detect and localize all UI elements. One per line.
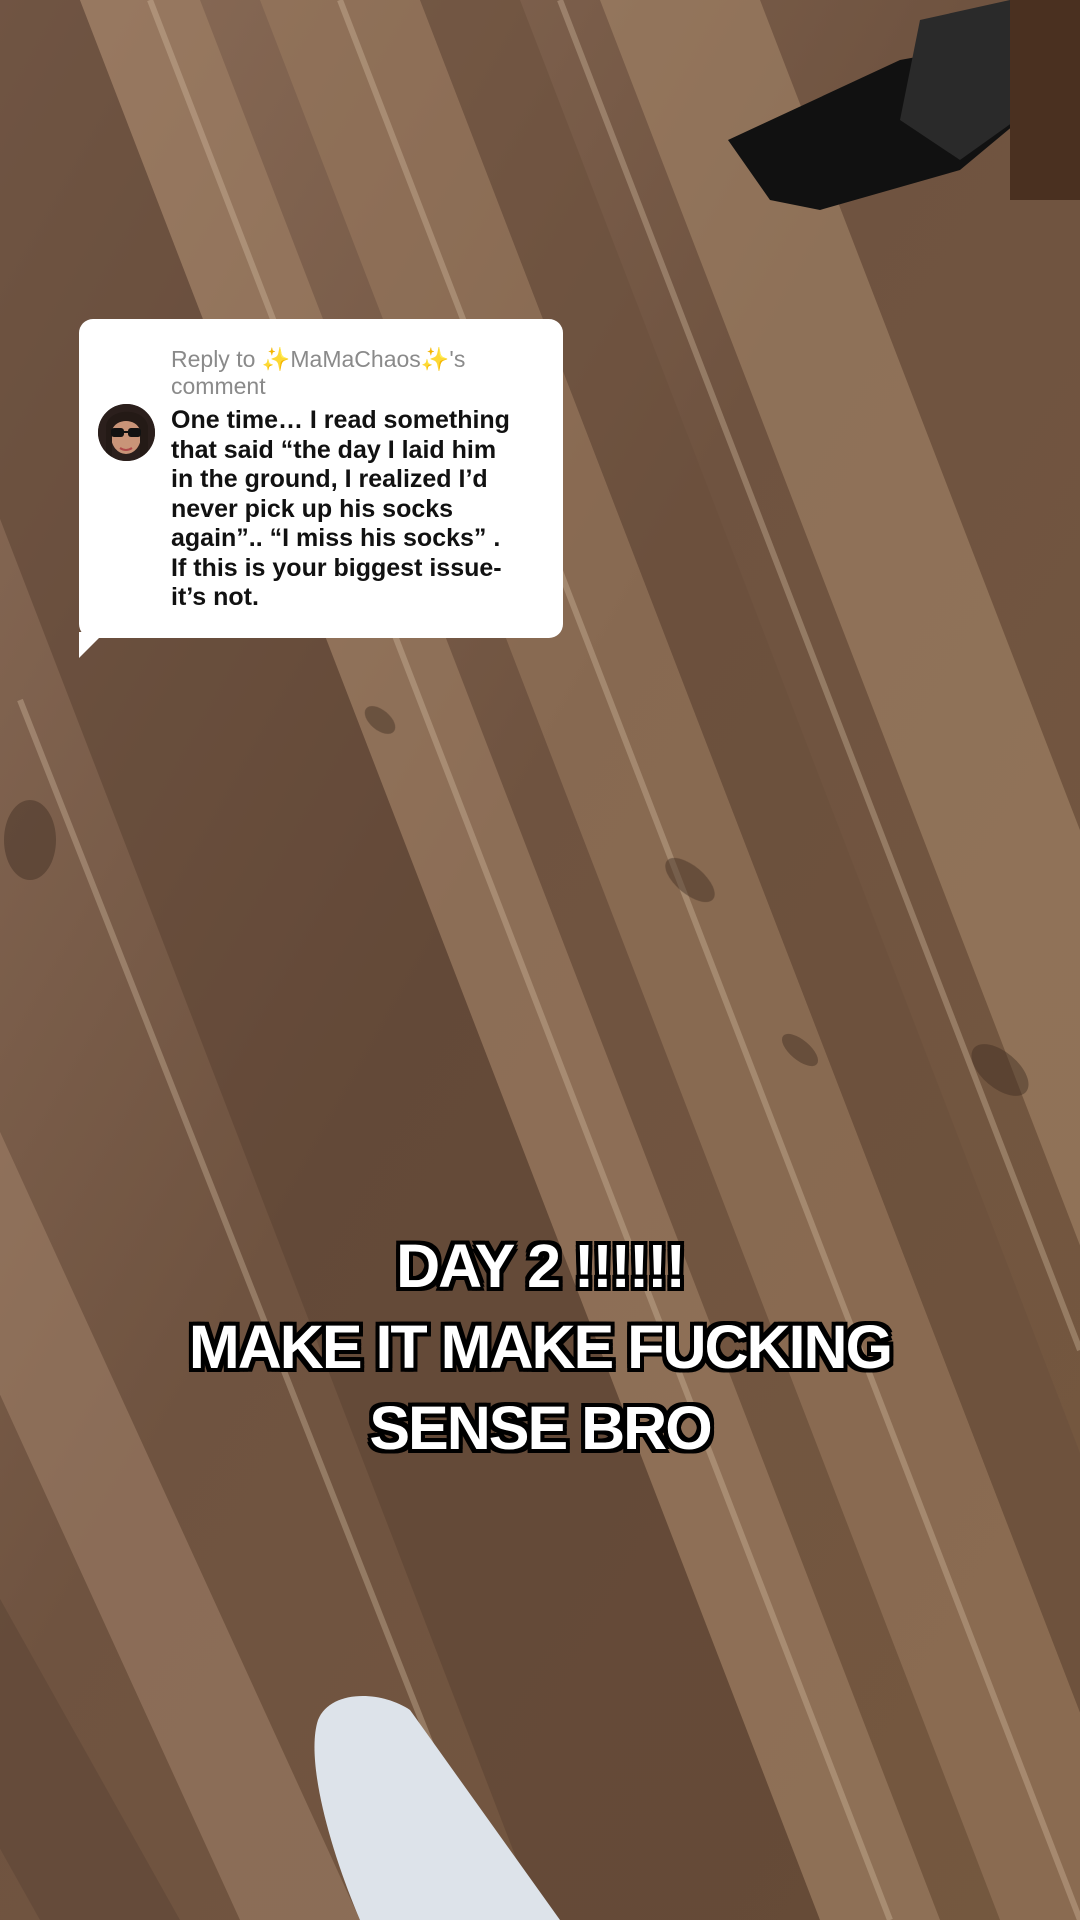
reply-header-text: Reply to ✨MaMaChaos✨'s comment	[171, 346, 466, 399]
reply-body-line: One time… I read something	[171, 406, 510, 434]
reply-body-line: again”.. “I miss his socks” .	[171, 524, 501, 552]
reply-body-line: never pick up his socks	[171, 494, 454, 523]
reply-body-text: One time… I read something that said “th…	[171, 406, 551, 613]
reply-body-line: in the ground, I realized I’d	[171, 465, 488, 493]
reply-comment-card[interactable]: Reply to ✨MaMaChaos✨'s comment One time……	[79, 319, 563, 638]
caption-line: SENSE BRO	[369, 1394, 712, 1462]
reply-card-tail	[79, 632, 105, 658]
caption-line: MAKE IT MAKE FUCKING	[188, 1313, 893, 1381]
reply-body-line: If this is your biggest issue-	[171, 553, 502, 582]
video-frame: Reply to ✨MaMaChaos✨'s comment One time……	[0, 0, 1080, 1920]
reply-body-line: that said “the day I laid him	[171, 435, 497, 464]
commenter-avatar-icon	[98, 404, 155, 461]
wood-floor-background	[0, 0, 1080, 1920]
caption-line: DAY 2 !!!!!!	[396, 1232, 686, 1300]
reply-body-line: it’s not.	[171, 583, 259, 611]
video-caption: DAY 2 !!!!!! MAKE IT MAKE FUCKING SENSE …	[60, 1226, 1020, 1469]
